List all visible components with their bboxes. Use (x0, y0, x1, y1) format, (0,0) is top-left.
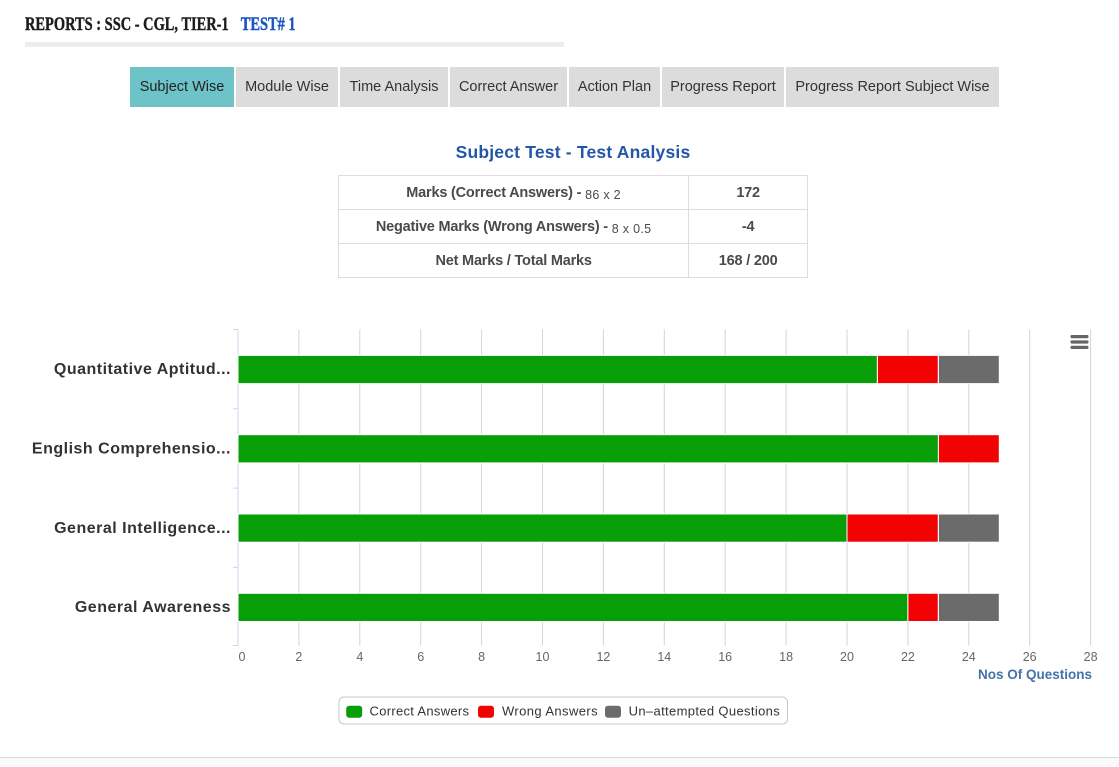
svg-text:English Comprehensio...: English Comprehensio... (32, 441, 231, 458)
svg-text:4: 4 (356, 650, 363, 664)
svg-text:2: 2 (295, 650, 302, 664)
svg-text:6: 6 (417, 650, 424, 664)
svg-text:0: 0 (239, 650, 246, 664)
svg-text:Un–attempted Questions: Un–attempted Questions (629, 704, 781, 719)
svg-text:24: 24 (962, 650, 976, 664)
svg-text:Wrong Answers: Wrong Answers (502, 704, 598, 719)
svg-text:22: 22 (901, 650, 915, 664)
svg-text:26: 26 (1023, 650, 1037, 664)
svg-text:10: 10 (536, 650, 550, 664)
svg-text:Correct Answers: Correct Answers (370, 704, 470, 719)
svg-text:28: 28 (1084, 650, 1098, 664)
svg-text:12: 12 (596, 650, 610, 664)
svg-text:16: 16 (718, 650, 732, 664)
svg-text:Nos Of Questions: Nos Of Questions (978, 667, 1092, 682)
svg-text:20: 20 (840, 650, 854, 664)
svg-text:General Awareness: General Awareness (75, 599, 231, 616)
svg-text:8: 8 (478, 650, 485, 664)
svg-text:14: 14 (657, 650, 671, 664)
svg-text:18: 18 (779, 650, 793, 664)
svg-text:General Intelligence...: General Intelligence... (54, 520, 231, 537)
svg-text:Quantitative Aptitud...: Quantitative Aptitud... (54, 361, 231, 378)
